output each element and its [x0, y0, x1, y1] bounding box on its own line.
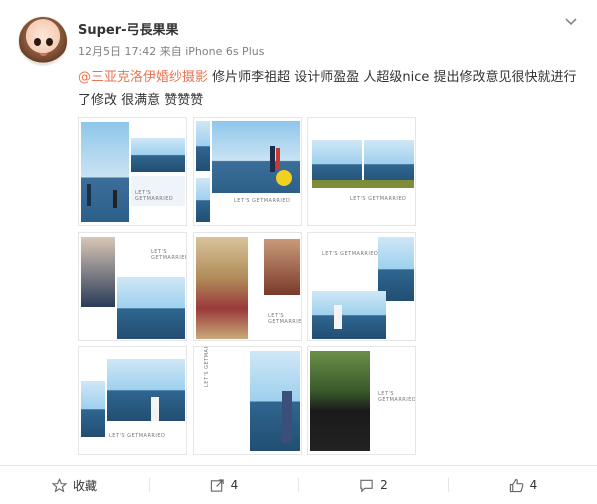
post-time[interactable]: 12月5日 17:42 [78, 45, 156, 58]
repost-button[interactable]: 4 [150, 466, 298, 504]
photo-tile[interactable]: LET'S GETMARRIED [193, 117, 302, 226]
photo-tile[interactable]: LET'S GETMARRIED [193, 346, 302, 455]
like-count: 4 [529, 478, 538, 492]
photo-tile[interactable]: LET'S GETMARRIED [193, 232, 302, 341]
tile-caption: LET'S GETMARRIED [268, 313, 302, 325]
like-button[interactable]: 4 [449, 466, 597, 504]
avatar[interactable] [18, 16, 68, 66]
photo-tile[interactable]: LET'S GETMARRIED [307, 346, 416, 455]
tile-caption: LET'S GETMARRIED [234, 198, 291, 204]
repost-count: 4 [230, 478, 239, 492]
post-meta: 12月5日 17:42 来自 iPhone 6s Plus [78, 43, 264, 59]
username[interactable]: Super-弓長果果 [78, 19, 179, 38]
photo-tile[interactable]: LET'S GETMARRIED [78, 117, 187, 226]
star-icon [51, 477, 67, 492]
photo-tile[interactable]: LET'S GETMARRIED [307, 232, 416, 341]
photo-tile[interactable]: LET'S GETMARRIED [307, 117, 416, 226]
photo-grid: LET'S GETMARRIED LET'S GETMARRIED LET'S … [78, 117, 417, 456]
tile-caption: LET'S GETMARRIED [378, 391, 416, 403]
repost-icon [210, 478, 224, 492]
favorite-button[interactable]: 收藏 [0, 466, 149, 504]
post-text: @三亚克洛伊婚纱摄影 修片师李祖超 设计师盈盈 人超级nice 提出修改意见很快… [78, 66, 578, 112]
tile-caption: LET'S GETMARRIED [151, 249, 187, 261]
source-prefix: 来自 [159, 45, 182, 58]
post-source[interactable]: iPhone 6s Plus [185, 45, 264, 58]
mention-link[interactable]: @三亚克洛伊婚纱摄影 [78, 70, 208, 85]
photo-tile[interactable]: LET'S GETMARRIED [78, 232, 187, 341]
chevron-down-icon[interactable] [563, 14, 579, 30]
weibo-post-card: Super-弓長果果 12月5日 17:42 来自 iPhone 6s Plus… [0, 0, 597, 504]
tile-caption: LET'S GETMARRIED [350, 196, 407, 202]
thumbs-up-icon [509, 478, 524, 492]
photo-tile[interactable]: LET'S GETMARRIED [78, 346, 187, 455]
action-bar: 收藏 4 2 4 [0, 466, 597, 504]
comment-count: 2 [380, 478, 388, 492]
tile-caption: LET'S GETMARRIED [135, 190, 174, 202]
tile-caption: LET'S GETMARRIED [322, 251, 379, 257]
comment-button[interactable]: 2 [299, 466, 448, 504]
favorite-label: 收藏 [72, 478, 97, 493]
tile-caption: LET'S GETMARRIED [109, 433, 166, 439]
tile-caption: LET'S GETMARRIED [204, 346, 210, 387]
comment-icon [360, 479, 373, 492]
